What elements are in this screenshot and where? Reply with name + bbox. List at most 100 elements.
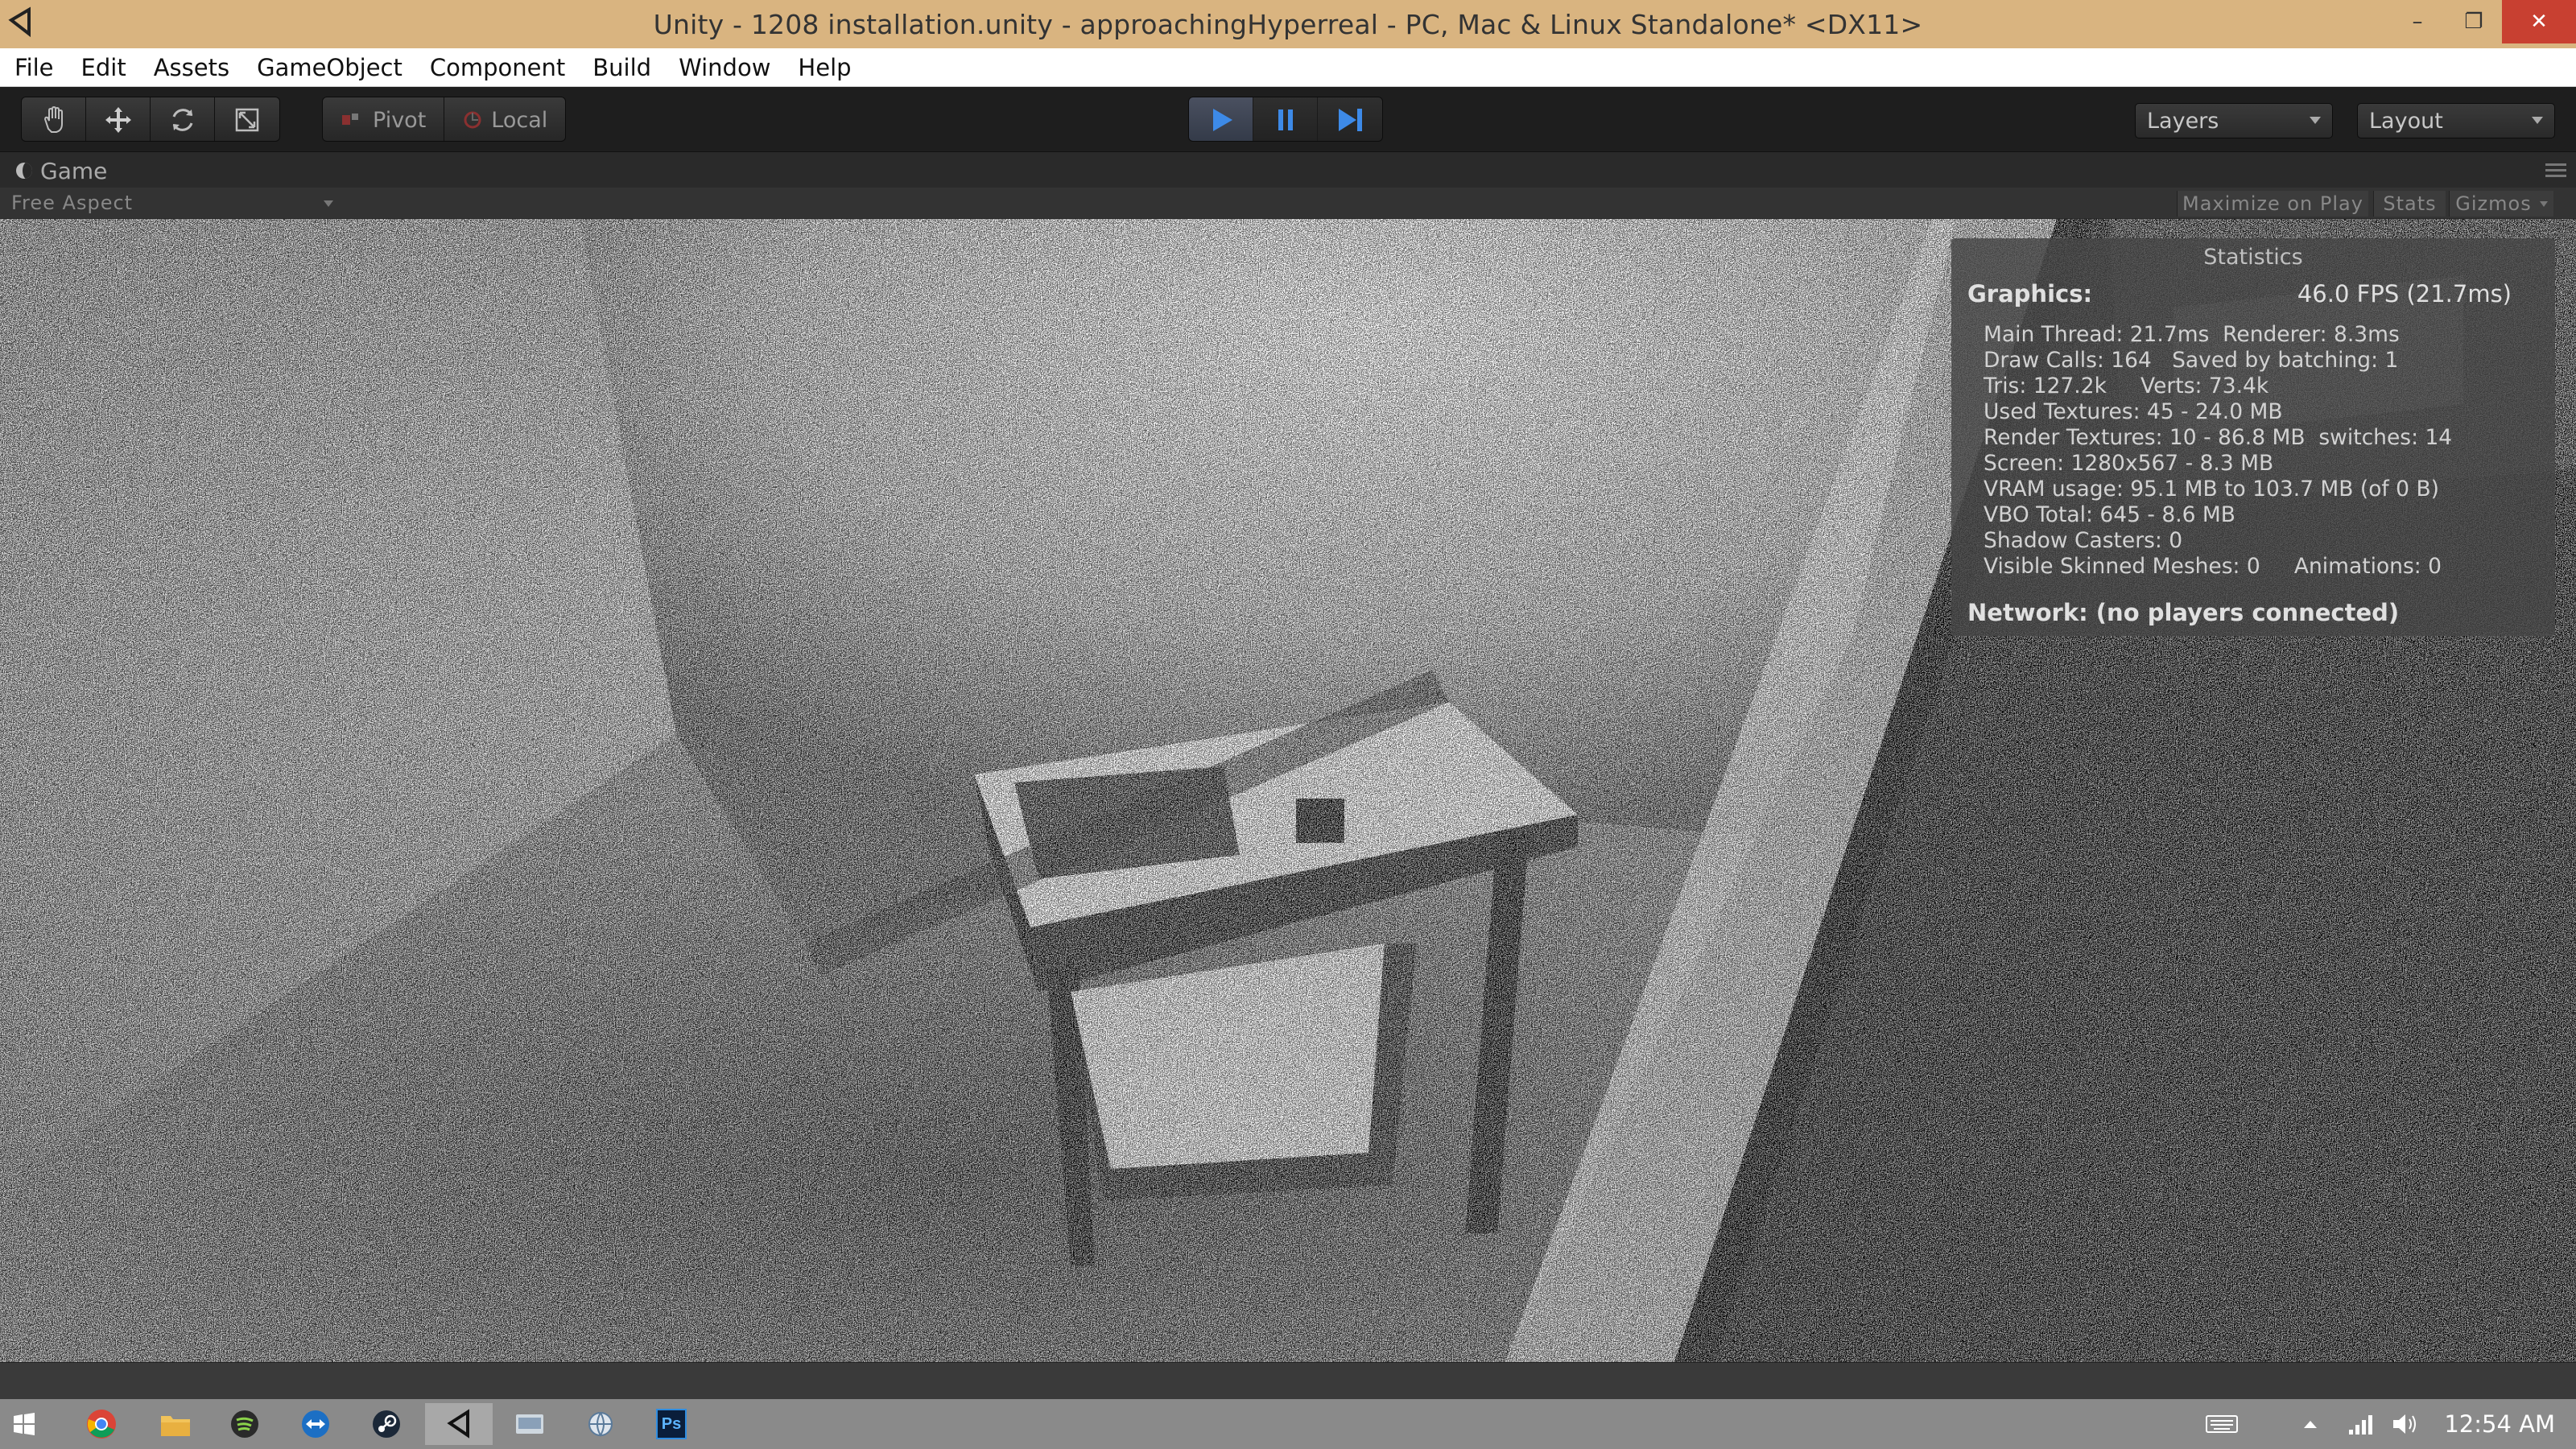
stat-line: Render Textures: 10 - 86.8 MB switches: … [1984,425,2453,450]
stats-button[interactable]: Stats [2373,191,2446,217]
chevron-down-icon [2532,117,2543,124]
menu-file[interactable]: File [14,54,54,81]
taskbar-app[interactable] [496,1403,564,1445]
taskbar: Ps 12:54 AM [0,1399,2576,1449]
status-bar [0,1362,2576,1399]
play-controls [1188,97,1383,142]
minimize-button[interactable]: – [2389,0,2446,43]
tab-game[interactable]: Game [16,157,107,184]
hand-icon [43,105,63,133]
play-icon [1212,109,1232,131]
system-tray [2206,1399,2420,1449]
photoshop-icon: Ps [656,1409,687,1439]
statistics-overlay: Statistics Graphics: 46.0 FPS (21.7ms) M… [1951,238,2555,636]
pause-button[interactable] [1253,97,1318,141]
chevron-down-icon [2539,200,2548,207]
stat-line: VBO Total: 645 - 8.6 MB [1984,502,2235,527]
taskbar-network-app[interactable] [567,1403,634,1445]
start-button[interactable] [0,1403,48,1445]
fps-readout: 46.0 FPS (21.7ms) [2297,280,2512,308]
chrome-icon [87,1410,116,1439]
move-tool-button[interactable] [86,97,151,141]
aspect-dropdown[interactable]: Free Aspect [11,188,333,218]
panel-menu-icon[interactable] [2545,163,2566,178]
taskbar-file-explorer[interactable] [142,1403,209,1445]
taskbar-chrome[interactable] [68,1403,135,1445]
unity-logo-icon [8,6,31,38]
keyboard-icon[interactable] [2206,1414,2238,1435]
gizmos-label: Gizmos [2455,192,2532,215]
handle-toggles: Pivot Local [322,97,567,142]
local-icon [464,111,481,129]
gizmos-button[interactable]: Gizmos [2449,191,2553,217]
pivot-icon [342,114,358,125]
window-title: Unity - 1208 installation.unity - approa… [653,8,1923,40]
app-icon [516,1414,543,1434]
scale-icon [235,108,259,132]
windows-start-icon [14,1413,35,1435]
network-app-icon [588,1412,613,1438]
menu-gameobject[interactable]: GameObject [257,54,402,81]
window-controls: – ❐ ✕ [2389,0,2576,48]
transform-tools [21,97,280,142]
pivot-label: Pivot [373,107,427,133]
stat-line: Used Textures: 45 - 24.0 MB [1984,399,2283,424]
step-icon [1339,109,1362,131]
stat-line: VRAM usage: 95.1 MB to 103.7 MB (of 0 B) [1984,477,2439,502]
taskbar-photoshop[interactable]: Ps [638,1403,705,1445]
layers-label: Layers [2147,108,2219,134]
signal-icon[interactable] [2347,1412,2375,1436]
rotate-tool-button[interactable] [151,97,215,141]
stat-line: Tris: 127.2k Verts: 73.4k [1984,374,2269,398]
game-tab-label: Game [40,157,108,184]
restore-button[interactable]: ❐ [2446,0,2502,43]
teamviewer-icon [302,1410,329,1438]
stat-line: Screen: 1280x567 - 8.3 MB [1984,451,2274,476]
graphics-label: Graphics: [1967,280,2093,308]
title-bar: Unity - 1208 installation.unity - approa… [0,0,2576,48]
game-tab-icon [16,163,32,179]
layout-label: Layout [2369,108,2443,134]
steam-icon [373,1410,400,1438]
aspect-label: Free Aspect [11,192,134,214]
hand-tool-button[interactable] [22,97,86,141]
taskbar-steam[interactable] [353,1403,420,1445]
taskbar-unity[interactable] [425,1403,493,1445]
menu-component[interactable]: Component [430,54,565,81]
menu-assets[interactable]: Assets [154,54,229,81]
menu-build[interactable]: Build [592,54,651,81]
pause-icon [1278,109,1293,130]
pivot-toggle[interactable]: Pivot [323,97,445,141]
scale-tool-button[interactable] [215,97,279,141]
taskbar-teamviewer[interactable] [282,1403,349,1445]
file-explorer-icon [161,1416,190,1436]
menu-help[interactable]: Help [798,54,851,81]
rotate-icon [172,109,192,131]
taskbar-spotify[interactable] [211,1403,279,1445]
close-button[interactable]: ✕ [2502,0,2576,43]
layout-dropdown[interactable]: Layout [2357,103,2555,138]
volume-icon[interactable] [2391,1411,2420,1437]
game-panel-header: Game Free Aspect Maximize on Play Stats … [0,151,2576,219]
maximize-on-play-button[interactable]: Maximize on Play [2177,191,2368,217]
photoshop-text: Ps [661,1414,682,1433]
network-status: Network: (no players connected) [1967,599,2400,626]
stat-line: Draw Calls: 164 Saved by batching: 1 [1984,348,2399,373]
menu-bar: File Edit Assets GameObject Component Bu… [0,48,2576,87]
statistics-title: Statistics [2203,245,2303,270]
play-button[interactable] [1189,97,1253,141]
unity-icon [447,1409,469,1439]
chevron-up-icon[interactable] [2302,1418,2318,1430]
stat-line: Visible Skinned Meshes: 0 Animations: 0 [1984,554,2442,579]
taskbar-clock[interactable]: 12:54 AM [2444,1410,2555,1438]
local-toggle[interactable]: Local [444,97,566,141]
chevron-down-icon [2310,117,2321,124]
local-label: Local [491,107,548,133]
stat-line: Shadow Casters: 0 [1984,528,2183,553]
spotify-icon [231,1410,258,1438]
step-button[interactable] [1318,97,1382,141]
menu-window[interactable]: Window [679,54,770,81]
layers-dropdown[interactable]: Layers [2135,103,2333,138]
menu-edit[interactable]: Edit [81,54,126,81]
chevron-down-icon [324,200,333,207]
